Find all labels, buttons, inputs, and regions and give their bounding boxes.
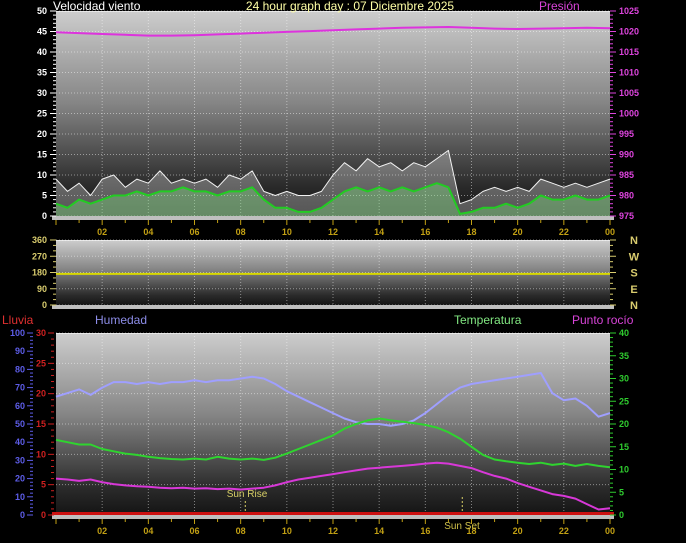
- axis-tick-label: 45: [37, 27, 47, 37]
- axis-tick-label: 0: [41, 510, 46, 520]
- rain-series-label: Lluvia: [2, 313, 34, 327]
- hour-label: 12: [328, 227, 338, 237]
- hour-label: 16: [420, 227, 430, 237]
- hour-label: 20: [513, 227, 523, 237]
- axis-tick-label: 40: [37, 47, 47, 57]
- hour-label: 04: [143, 526, 153, 536]
- axis-tick-label: 0: [20, 510, 25, 520]
- axis-tick-label: 985: [619, 170, 634, 180]
- axis-tick-label: 0: [42, 211, 47, 221]
- compass-label: S: [630, 268, 637, 280]
- axis-tick-label: 995: [619, 129, 634, 139]
- axis-tick-label: 0: [42, 300, 47, 310]
- axis-tick-label: 20: [15, 474, 25, 484]
- hour-label: 10: [282, 227, 292, 237]
- hour-label: 06: [189, 526, 199, 536]
- axis-tick-label: 10: [36, 449, 46, 459]
- hour-label: 16: [420, 526, 430, 536]
- axis-tick-label: 70: [15, 383, 25, 393]
- humidity-series-label: Humedad: [95, 313, 148, 327]
- hour-label: 18: [466, 227, 476, 237]
- x-axis-strip: [52, 305, 614, 309]
- hour-label: 02: [97, 227, 107, 237]
- axis-tick-label: 5: [619, 487, 624, 497]
- hour-label: 10: [282, 526, 292, 536]
- hour-label: 08: [236, 526, 246, 536]
- axis-tick-label: 40: [15, 437, 25, 447]
- axis-tick-label: 50: [37, 6, 47, 16]
- axis-tick-label: 80: [15, 364, 25, 374]
- axis-tick-label: 1000: [619, 109, 639, 119]
- hour-label: 20: [513, 526, 523, 536]
- axis-tick-label: 90: [15, 346, 25, 356]
- axis-tick-label: 980: [619, 191, 634, 201]
- sun-rise-annotation: Sun Rise: [226, 489, 268, 500]
- compass-label: N: [630, 300, 638, 312]
- x-axis-strip: [52, 216, 614, 220]
- hour-label: 22: [559, 227, 569, 237]
- axis-tick-label: 1005: [619, 88, 639, 98]
- axis-tick-label: 10: [37, 170, 47, 180]
- hour-label: 04: [143, 227, 153, 237]
- hour-label: 00: [605, 526, 615, 536]
- axis-tick-label: 35: [37, 68, 47, 78]
- axis-tick-label: 975: [619, 211, 634, 221]
- axis-tick-label: 1020: [619, 27, 639, 37]
- axis-tick-label: 35: [619, 351, 629, 361]
- weather-display-24h-graph: 0 5 10 15 20 25 30 35 40 45 50 975 980 985 990 995 1000 1…: [0, 0, 686, 543]
- axis-tick-label: 1010: [619, 68, 639, 78]
- compass-label: N: [630, 235, 638, 247]
- axis-tick-label: 15: [36, 419, 46, 429]
- axis-tick-label: 15: [37, 150, 47, 160]
- axis-tick-label: 25: [36, 358, 46, 368]
- dew-point-series-label: Punto rocío: [572, 313, 634, 327]
- temperature-series-label: Temperatura: [454, 313, 522, 327]
- graph-title: 24 hour graph day : 07 Diciembre 2025: [245, 0, 455, 13]
- axis-tick-label: 10: [15, 492, 25, 502]
- axis-tick-label: 60: [15, 401, 25, 411]
- axis-tick-label: 50: [15, 419, 25, 429]
- axis-tick-label: 30: [15, 455, 25, 465]
- x-axis-strip: [52, 515, 614, 519]
- axis-tick-label: 15: [619, 442, 629, 452]
- axis-tick-label: 20: [619, 419, 629, 429]
- axis-tick-label: 1025: [619, 6, 639, 16]
- axis-tick-label: 0: [619, 510, 624, 520]
- hour-label: 12: [328, 526, 338, 536]
- compass-label: E: [630, 284, 637, 296]
- axis-tick-label: 25: [619, 396, 629, 406]
- axis-tick-label: 20: [36, 389, 46, 399]
- axis-tick-label: 30: [619, 374, 629, 384]
- axis-tick-label: 30: [37, 88, 47, 98]
- axis-tick-label: 270: [32, 251, 47, 261]
- hour-label: 14: [374, 526, 384, 536]
- compass-label: W: [629, 251, 640, 263]
- axis-tick-label: 100: [10, 328, 25, 338]
- axis-tick-label: 90: [37, 284, 47, 294]
- axis-tick-label: 360: [32, 235, 47, 245]
- hour-label: 00: [605, 227, 615, 237]
- hour-label: 02: [97, 526, 107, 536]
- axis-tick-label: 25: [37, 109, 47, 119]
- hour-label: 22: [559, 526, 569, 536]
- axis-tick-label: 20: [37, 129, 47, 139]
- wind-speed-series-label: Velocidad viento: [53, 0, 141, 13]
- axis-tick-label: 990: [619, 150, 634, 160]
- hour-label: 14: [374, 227, 384, 237]
- axis-tick-label: 1015: [619, 47, 639, 57]
- axis-tick-label: 5: [41, 480, 46, 490]
- axis-tick-label: 30: [36, 328, 46, 338]
- pressure-series-label: Presión: [539, 0, 580, 13]
- axis-tick-label: 40: [619, 328, 629, 338]
- axis-tick-label: 5: [42, 191, 47, 201]
- hour-label: 08: [236, 227, 246, 237]
- charts-canvas: 0510152025303540455097598098599099510001…: [10, 6, 640, 536]
- hour-label: 06: [189, 227, 199, 237]
- sun-set-annotation: Sun Set: [444, 521, 480, 532]
- axis-tick-label: 180: [32, 268, 47, 278]
- axis-tick-label: 10: [619, 465, 629, 475]
